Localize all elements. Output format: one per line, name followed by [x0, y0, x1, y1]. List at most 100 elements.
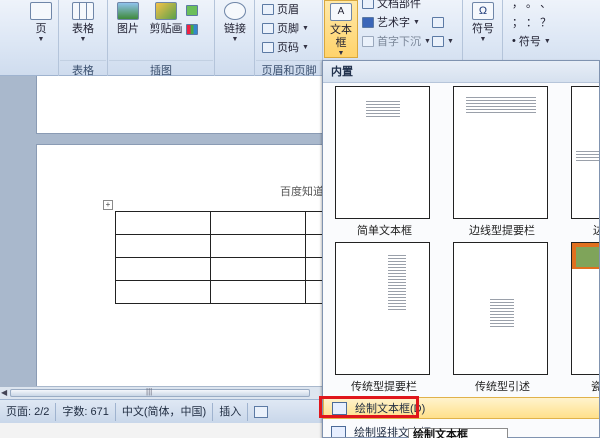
wordart-button-label: 艺术字	[377, 17, 410, 29]
clipart-button[interactable]: 剪贴画	[146, 0, 186, 58]
scrollbar-grip-icon: |||	[146, 387, 153, 396]
picture-icon	[117, 2, 139, 20]
table-cell[interactable]	[209, 280, 306, 304]
picture-button-label: 图片	[117, 23, 139, 35]
textbox-gallery-dropdown: 内置 简单文本框 边线型提要栏 边 传统型提要栏 传统型引述 瓷 绘制文本框(D…	[322, 60, 600, 438]
table-move-handle-icon[interactable]: +	[103, 200, 113, 210]
chevron-down-icon: ▼	[337, 50, 345, 57]
wordart-icon	[362, 16, 374, 28]
textbox-button-label: 文本框	[330, 24, 352, 49]
bullet-icon: •	[512, 35, 516, 47]
wordart-button[interactable]: 艺术字 ▼	[362, 13, 420, 31]
chevron-down-icon: ▼	[447, 37, 454, 45]
draw-vertical-textbox-icon	[331, 425, 346, 437]
gallery-item-sixth[interactable]	[571, 242, 599, 375]
textbox-icon: A	[330, 3, 352, 21]
gallery-item-simple-textbox[interactable]	[335, 86, 430, 219]
thumbnail-text	[466, 97, 536, 113]
page-number-icon	[262, 41, 274, 53]
special-symbol-label: 符号	[518, 36, 541, 48]
scrollbar-thumb[interactable]	[10, 389, 310, 397]
group-label-illustrations: 插图	[109, 60, 213, 77]
pagenum-button-label: 页码	[277, 42, 299, 54]
page-text: 百度知道	[280, 186, 324, 198]
textbox-button[interactable]: A 文本框 ▼	[324, 0, 358, 58]
omega-icon: Ω	[472, 2, 494, 20]
punct-row-2[interactable]: ； ： ？	[512, 13, 551, 31]
gallery-item-label: 边	[593, 222, 599, 238]
punct-row-1[interactable]: ， 。 、	[512, 0, 551, 12]
link-button[interactable]: 链接 ▼	[218, 0, 252, 58]
picture-button[interactable]: 图片	[112, 0, 144, 58]
gallery-item-third[interactable]	[571, 86, 599, 219]
document-page-2[interactable]: 百度知道 +	[36, 144, 326, 400]
table-cell[interactable]	[115, 257, 211, 281]
status-word-count[interactable]: 字数: 671	[56, 402, 116, 421]
separator	[214, 0, 215, 76]
gallery-item-label: 边线型提要栏	[469, 225, 535, 237]
table-cell[interactable]	[115, 234, 211, 258]
header-button[interactable]: 页眉	[262, 0, 299, 18]
header-icon	[262, 3, 274, 15]
chevron-down-icon: ▼	[302, 43, 309, 51]
datetime-button[interactable]	[432, 13, 444, 31]
object-button[interactable]: ▼	[432, 32, 454, 50]
scroll-left-icon[interactable]: ◀	[1, 388, 7, 397]
quickparts-icon	[362, 0, 374, 9]
status-insert-mode[interactable]: 插入	[213, 402, 249, 421]
footer-button[interactable]: 页脚 ▼	[262, 19, 309, 37]
chevron-down-icon: ▼	[79, 36, 87, 43]
chevron-down-icon: ▼	[413, 18, 420, 26]
table-cell[interactable]	[115, 211, 211, 235]
thumbnail-text	[576, 151, 599, 161]
chevron-down-icon: ▼	[37, 36, 45, 43]
page-button[interactable]: 页 ▼	[26, 0, 56, 58]
quickparts-button[interactable]: 文档部件	[362, 0, 421, 12]
calendar-icon	[432, 16, 444, 28]
document-page-1[interactable]	[36, 76, 326, 134]
thumbnail-text	[490, 299, 514, 327]
chevron-down-icon: ▼	[231, 36, 239, 43]
table-cell[interactable]	[209, 211, 306, 235]
horizontal-scrollbar[interactable]: ◀ |||	[0, 386, 326, 399]
table-cell[interactable]	[115, 280, 211, 304]
clipart-icon	[155, 2, 177, 20]
gallery-item-sideline-sidebar[interactable]	[453, 86, 548, 219]
group-label-table: 表格	[60, 60, 106, 77]
table-button[interactable]: 表格 ▼	[64, 0, 102, 58]
status-page[interactable]: 页面: 2/2	[0, 402, 57, 421]
group-label-header-footer: 页眉和页脚	[256, 60, 322, 77]
smartart-icon	[186, 4, 198, 16]
table-cell[interactable]	[209, 234, 306, 258]
dropcap-icon	[362, 35, 374, 47]
quickparts-button-label: 文档部件	[377, 0, 421, 10]
special-symbol-button[interactable]: • 符号 ▼	[512, 32, 551, 50]
gallery-item-traditional-quote[interactable]	[453, 242, 548, 375]
thumbnail-text	[366, 101, 400, 117]
table-button-label: 表格	[72, 23, 94, 35]
document-area: 百度知道 +	[0, 76, 326, 400]
gallery-item-traditional-sidebar[interactable]	[335, 242, 430, 375]
gallery-item-label: 传统型提要栏	[351, 381, 417, 393]
document-table[interactable]	[115, 211, 325, 304]
table-icon	[72, 2, 94, 20]
link-button-label: 链接	[224, 23, 246, 35]
gallery-header: 内置	[323, 61, 599, 83]
table-cell[interactable]	[209, 257, 306, 281]
pagenum-button[interactable]: 页码 ▼	[262, 38, 309, 56]
symbol-button[interactable]: Ω 符号 ▼	[466, 0, 500, 58]
dropcap-button[interactable]: 首字下沉 ▼	[362, 32, 431, 50]
chevron-down-icon: ▼	[302, 24, 309, 32]
annotation-highlight-box	[319, 396, 419, 418]
gallery-item-label: 传统型引述	[475, 381, 530, 393]
chart-button[interactable]	[186, 20, 198, 38]
status-language[interactable]: 中文(简体，中国)	[116, 402, 214, 421]
chevron-down-icon: ▼	[424, 37, 431, 45]
tooltip: 绘制文本框	[408, 428, 508, 438]
macro-record-icon[interactable]	[254, 405, 269, 418]
chevron-down-icon: ▼	[543, 37, 551, 45]
smartart-button[interactable]	[186, 1, 198, 19]
object-icon	[432, 35, 444, 47]
chevron-down-icon: ▼	[479, 36, 487, 43]
bar-chart-icon	[186, 23, 198, 35]
